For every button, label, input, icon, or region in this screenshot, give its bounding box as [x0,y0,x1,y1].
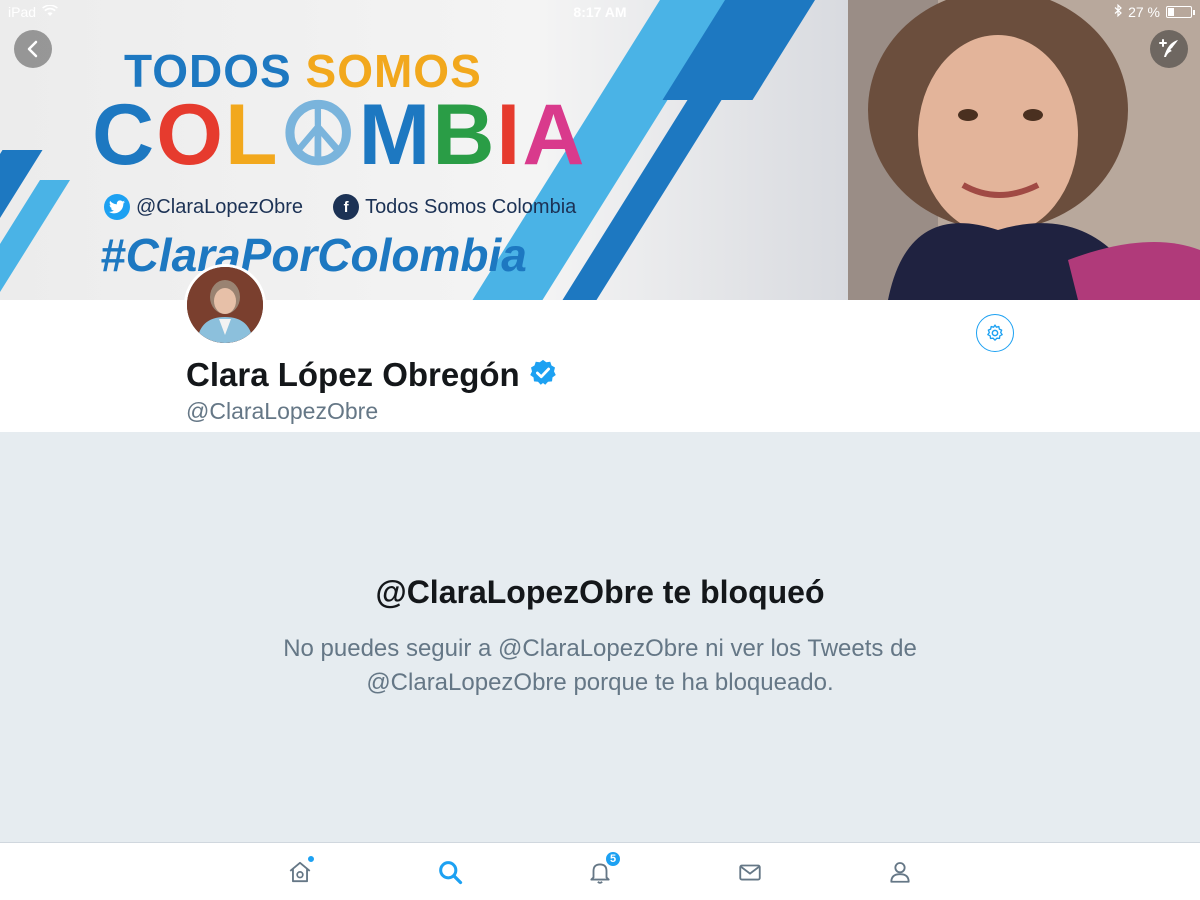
banner-title-letter: I [496,87,523,183]
banner-title-letter: L [225,87,280,183]
banner-title-letter: O [156,87,226,183]
facebook-icon: f [333,194,360,220]
profile-icon [890,862,910,883]
banner-title-letter: ☮ [279,87,359,183]
banner-title-letter: C [92,87,157,183]
battery-level [1168,8,1174,16]
twitter-icon [104,194,130,220]
messages-icon [739,864,761,881]
banner-hashtag: #ClaraPorColombia [100,229,527,281]
blocked-title: @ClaraLopezObre te bloqueó [375,574,825,610]
banner-title-letter: M [358,87,433,183]
home-new-dot [307,855,315,863]
battery-percent: 27 % [1128,4,1160,20]
device-label: iPad [8,4,37,20]
banner-social-links: @ClaraLopezObre f Todos Somos Colombia [104,194,576,220]
banner-facebook: f Todos Somos Colombia [333,194,576,220]
tab-search[interactable] [435,857,465,887]
gear-icon [987,324,1003,341]
profile-avatar[interactable] [184,264,266,346]
battery-icon [1166,6,1195,18]
compose-icon [1159,39,1178,57]
chevron-left-icon [27,40,38,58]
banner-portrait [848,0,1200,300]
blocked-message: No puedes seguir a @ClaraLopezObre ni ve… [283,635,917,696]
profile-header: Clara López Obregón @ClaraLopezObre [0,300,1200,432]
tab-notifications[interactable]: 5 [585,851,621,887]
blocked-notice: @ClaraLopezObre te bloqueó No puedes seg… [0,432,1200,842]
banner-twitter: @ClaraLopezObre [104,194,303,220]
compose-tweet-button[interactable] [1150,30,1188,68]
back-button[interactable] [14,30,52,68]
profile-handle: @ClaraLopezObre [186,398,379,424]
banner-twitter-handle: @ClaraLopezObre [136,195,304,218]
tab-messages[interactable] [735,857,765,887]
banner-title-line2: COL☮MBIA [92,92,586,178]
verified-badge-icon [528,358,558,393]
bluetooth-icon [1114,3,1122,20]
tab-profile[interactable] [885,857,915,887]
profile-settings-button[interactable] [976,314,1014,352]
banner-facebook-page: Todos Somos Colombia [365,195,577,218]
tab-home[interactable] [285,855,315,887]
wifi-icon [42,4,58,20]
profile-name: Clara López Obregón [186,356,520,393]
profile-banner: TODOS SOMOS COL☮MBIA @ClaraLopezObre f T… [0,0,1200,300]
banner-title-letter: A [522,87,587,183]
status-time: 8:17 AM [573,4,627,20]
search-icon [439,861,463,885]
notifications-badge: 5 [605,851,621,867]
status-bar: iPad 8:17 AM 27 % [0,0,1200,24]
bottom-tab-bar: 5 [0,842,1200,900]
profile-name-row: Clara López Obregón [186,356,558,394]
banner-title-letter: B [432,87,497,183]
